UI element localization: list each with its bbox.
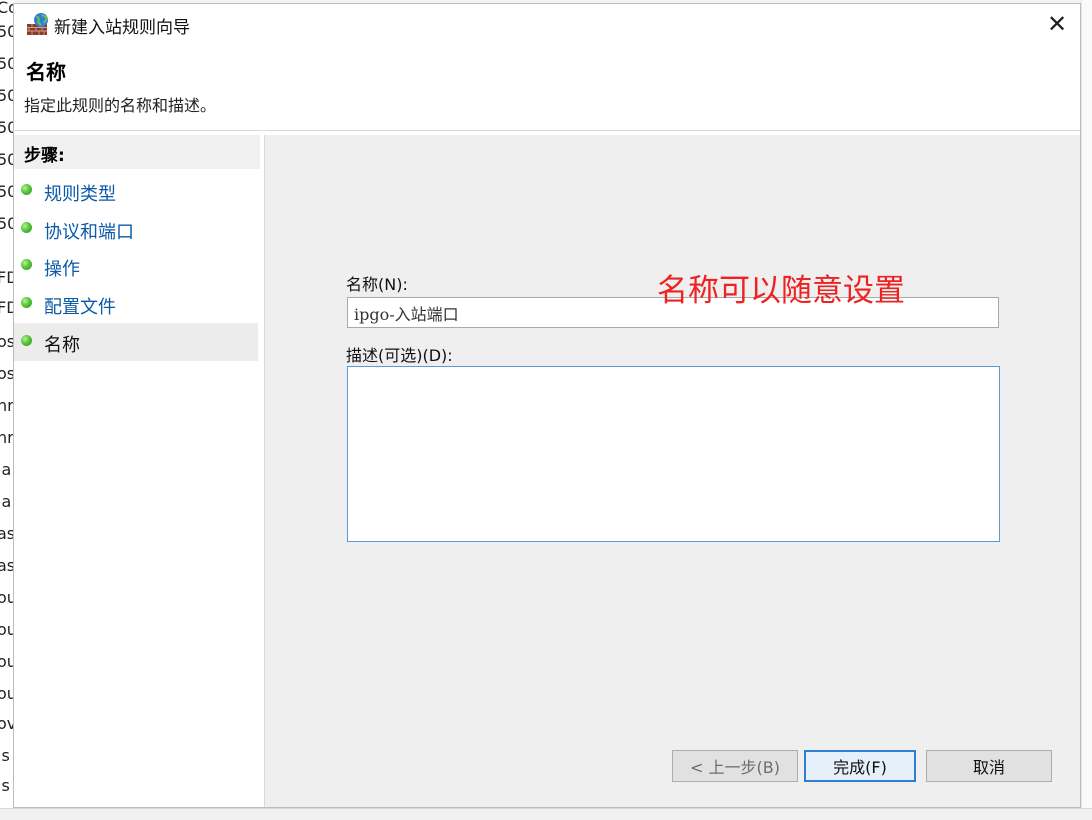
description-label: 描述(可选)(D): bbox=[346, 346, 453, 365]
new-inbound-rule-wizard: 新建入站规则向导 ✕ 名称 指定此规则的名称和描述。 步骤: 规则类型 协议和端… bbox=[13, 3, 1081, 808]
page-description: 指定此规则的名称和描述。 bbox=[24, 96, 217, 115]
steps-pane: 步骤: 规则类型 协议和端口 操作 配置文件 名称 bbox=[14, 135, 262, 807]
step-label: 协议和端口 bbox=[44, 222, 134, 243]
name-label: 名称(N): bbox=[346, 275, 408, 294]
step-protocol-and-ports[interactable]: 协议和端口 bbox=[14, 210, 258, 248]
bg-text-fragment: FD bbox=[0, 298, 14, 317]
step-action[interactable]: 操作 bbox=[14, 247, 258, 285]
green-dot-icon bbox=[21, 222, 32, 233]
bg-text-fragment: os bbox=[0, 332, 14, 351]
step-rule-type[interactable]: 规则类型 bbox=[14, 172, 258, 210]
green-dot-icon bbox=[21, 184, 32, 195]
description-textarea[interactable] bbox=[347, 366, 1000, 542]
background-window-bottom bbox=[0, 808, 1092, 820]
bg-text-fragment: la bbox=[0, 460, 12, 479]
window-title: 新建入站规则向导 bbox=[54, 18, 190, 38]
background-window-right-edge bbox=[1081, 0, 1092, 819]
bg-text-fragment: hr bbox=[0, 428, 14, 447]
annotation-text: 名称可以随意设置 bbox=[657, 273, 905, 309]
bg-text-fragment: la bbox=[0, 492, 12, 511]
green-dot-icon bbox=[21, 259, 32, 270]
firewall-icon bbox=[27, 13, 48, 35]
bg-text-fragment: as bbox=[0, 524, 14, 543]
step-name[interactable]: 名称 bbox=[14, 323, 258, 361]
page-title: 名称 bbox=[26, 60, 66, 84]
finish-button[interactable]: 完成(F) bbox=[804, 750, 916, 782]
bg-text-fragment: 50 bbox=[0, 182, 14, 201]
bg-text-fragment: os bbox=[0, 364, 14, 383]
bg-text-fragment: is bbox=[0, 746, 10, 765]
step-label: 名称 bbox=[44, 335, 80, 356]
wizard-header: 名称 指定此规则的名称和描述。 bbox=[14, 44, 1080, 131]
background-window-left-strip: Со 50 50 50 50 50 50 50 FD FD os os hr h… bbox=[0, 0, 14, 819]
bg-text-fragment: 50 bbox=[0, 118, 14, 137]
bg-text-fragment: ov bbox=[0, 714, 14, 733]
steps-heading-label: 步骤: bbox=[24, 146, 65, 166]
bg-text-fragment: as bbox=[0, 556, 14, 575]
back-button[interactable]: < 上一步(B) bbox=[672, 750, 798, 782]
bg-text-fragment: 50 bbox=[0, 22, 14, 41]
green-dot-icon bbox=[21, 297, 32, 308]
bg-text-fragment: ou bbox=[0, 588, 14, 607]
bg-text-fragment: 50 bbox=[0, 54, 14, 73]
bg-text-fragment: ou bbox=[0, 684, 14, 703]
green-dot-icon bbox=[21, 335, 32, 346]
title-bar[interactable]: 新建入站规则向导 ✕ bbox=[14, 4, 1080, 44]
bg-text-fragment: is bbox=[0, 776, 10, 795]
bg-text-fragment: FD bbox=[0, 268, 14, 287]
close-icon: ✕ bbox=[1046, 10, 1068, 38]
step-label: 配置文件 bbox=[44, 297, 116, 318]
steps-heading: 步骤: bbox=[14, 135, 260, 169]
close-button[interactable]: ✕ bbox=[1034, 4, 1080, 44]
bg-text-fragment: hr bbox=[0, 396, 14, 415]
cancel-button[interactable]: 取消 bbox=[926, 750, 1052, 782]
step-profile[interactable]: 配置文件 bbox=[14, 285, 258, 323]
bg-text-fragment: ou bbox=[0, 652, 14, 671]
bg-text-fragment: 50 bbox=[0, 214, 14, 233]
main-pane: 名称(N): 名称可以随意设置 描述(可选)(D): < 上一步(B) 完成(F… bbox=[264, 135, 1080, 807]
bg-text-fragment: Со bbox=[0, 0, 14, 17]
bg-text-fragment: 50 bbox=[0, 150, 14, 169]
step-label: 操作 bbox=[44, 259, 80, 280]
step-label: 规则类型 bbox=[44, 184, 116, 205]
bg-text-fragment: ou bbox=[0, 620, 14, 639]
bg-text-fragment: 50 bbox=[0, 86, 14, 105]
